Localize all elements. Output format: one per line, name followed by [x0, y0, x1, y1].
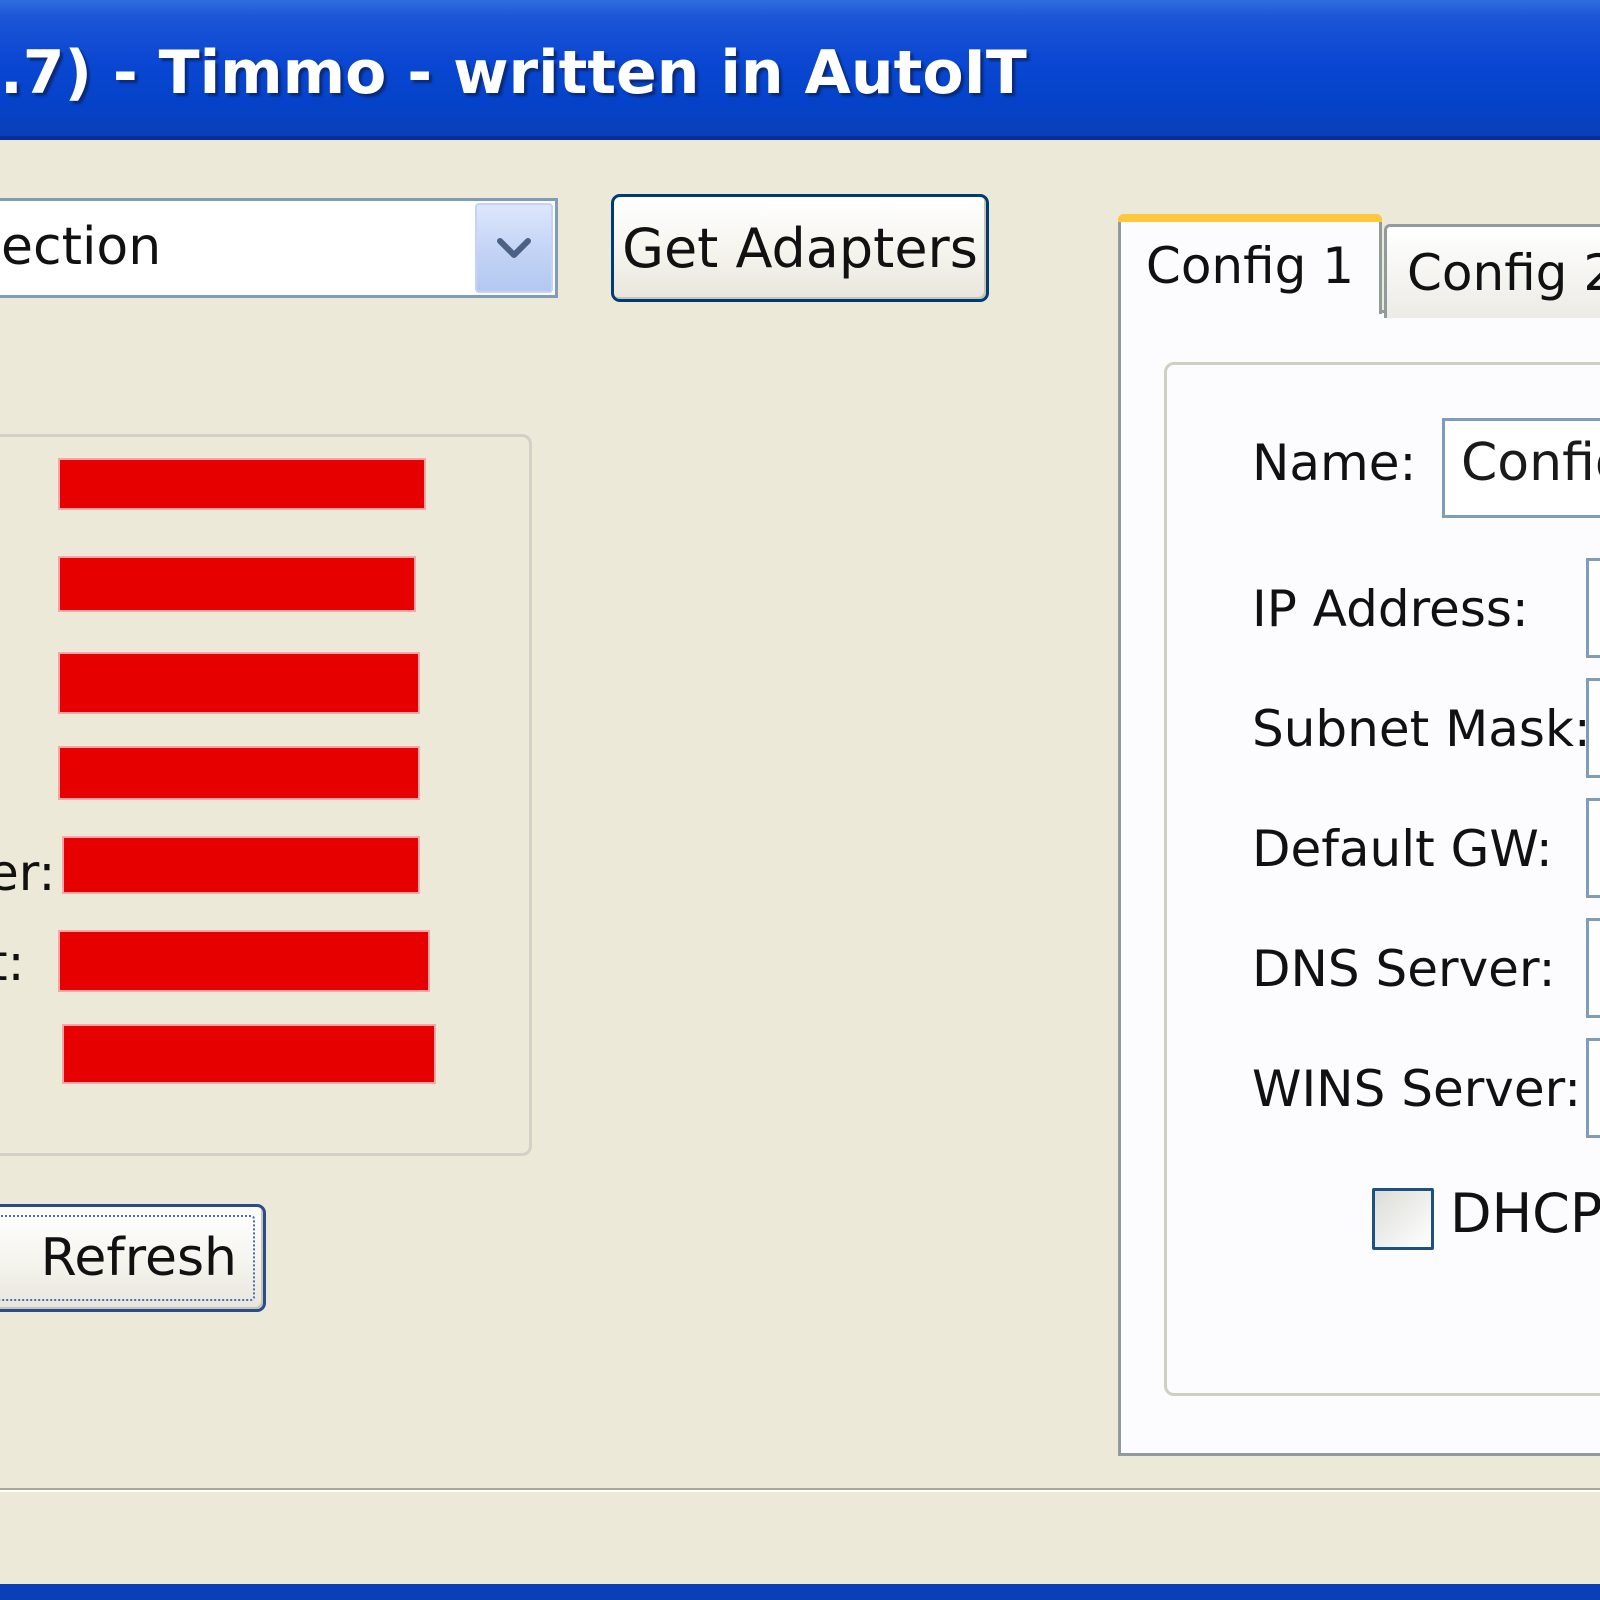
default-gateway-label: Default GW: [1252, 820, 1553, 878]
wins-server-input[interactable] [1586, 1038, 1600, 1138]
window-title: .7) - Timmo - written in AutoIT [0, 38, 1027, 108]
dhcp-checkbox[interactable] [1372, 1188, 1434, 1250]
status-bar-4 [60, 748, 418, 798]
status-bar-5 [64, 838, 418, 892]
chevron-down-icon [497, 238, 531, 258]
tab-config-2-label: Config 2 [1407, 243, 1600, 302]
wins-server-label: WINS Server: [1252, 1060, 1582, 1118]
config-name-input[interactable]: Config [1442, 418, 1600, 518]
combo-dropdown-button[interactable] [475, 203, 553, 293]
status-bar-7 [64, 1026, 434, 1082]
subnet-mask-label: Subnet Mask: [1252, 700, 1591, 758]
ip-address-input[interactable] [1586, 558, 1600, 658]
default-gateway-input[interactable] [1586, 798, 1600, 898]
status-bar-3 [60, 654, 418, 712]
subnet-mask-input[interactable] [1586, 678, 1600, 778]
adapter-combo[interactable]: ection [0, 198, 558, 298]
bottom-separator [0, 1488, 1600, 1492]
dns-server-label: DNS Server: [1252, 940, 1556, 998]
status-bar-6 [60, 932, 428, 990]
current-info-label-6: t: [0, 934, 25, 992]
status-bar-2 [60, 558, 414, 610]
tab-config-1[interactable]: Config 1 [1118, 214, 1382, 314]
refresh-button[interactable]: Refresh [0, 1204, 266, 1312]
refresh-button-label: Refresh [40, 1228, 237, 1288]
title-bar[interactable]: .7) - Timmo - written in AutoIT [0, 0, 1600, 140]
dns-server-input[interactable] [1586, 918, 1600, 1018]
get-adapters-button[interactable]: Get Adapters [611, 194, 989, 302]
window-client-area: ection Get Adapters : er: t: Refresh Con… [0, 144, 1600, 1600]
dhcp-label: DHCP [1450, 1182, 1600, 1245]
status-bar-1 [60, 460, 424, 508]
current-info-label-5: er: [0, 844, 56, 902]
ip-address-label: IP Address: [1252, 580, 1529, 638]
name-label: Name: [1252, 434, 1417, 492]
tab-config-2[interactable]: Config 2 [1384, 224, 1600, 318]
adapter-combo-value: ection [1, 217, 162, 277]
tab-config-1-label: Config 1 [1145, 236, 1355, 295]
current-info-label-4: : [0, 750, 5, 808]
window-bottom-frame [0, 1584, 1600, 1600]
